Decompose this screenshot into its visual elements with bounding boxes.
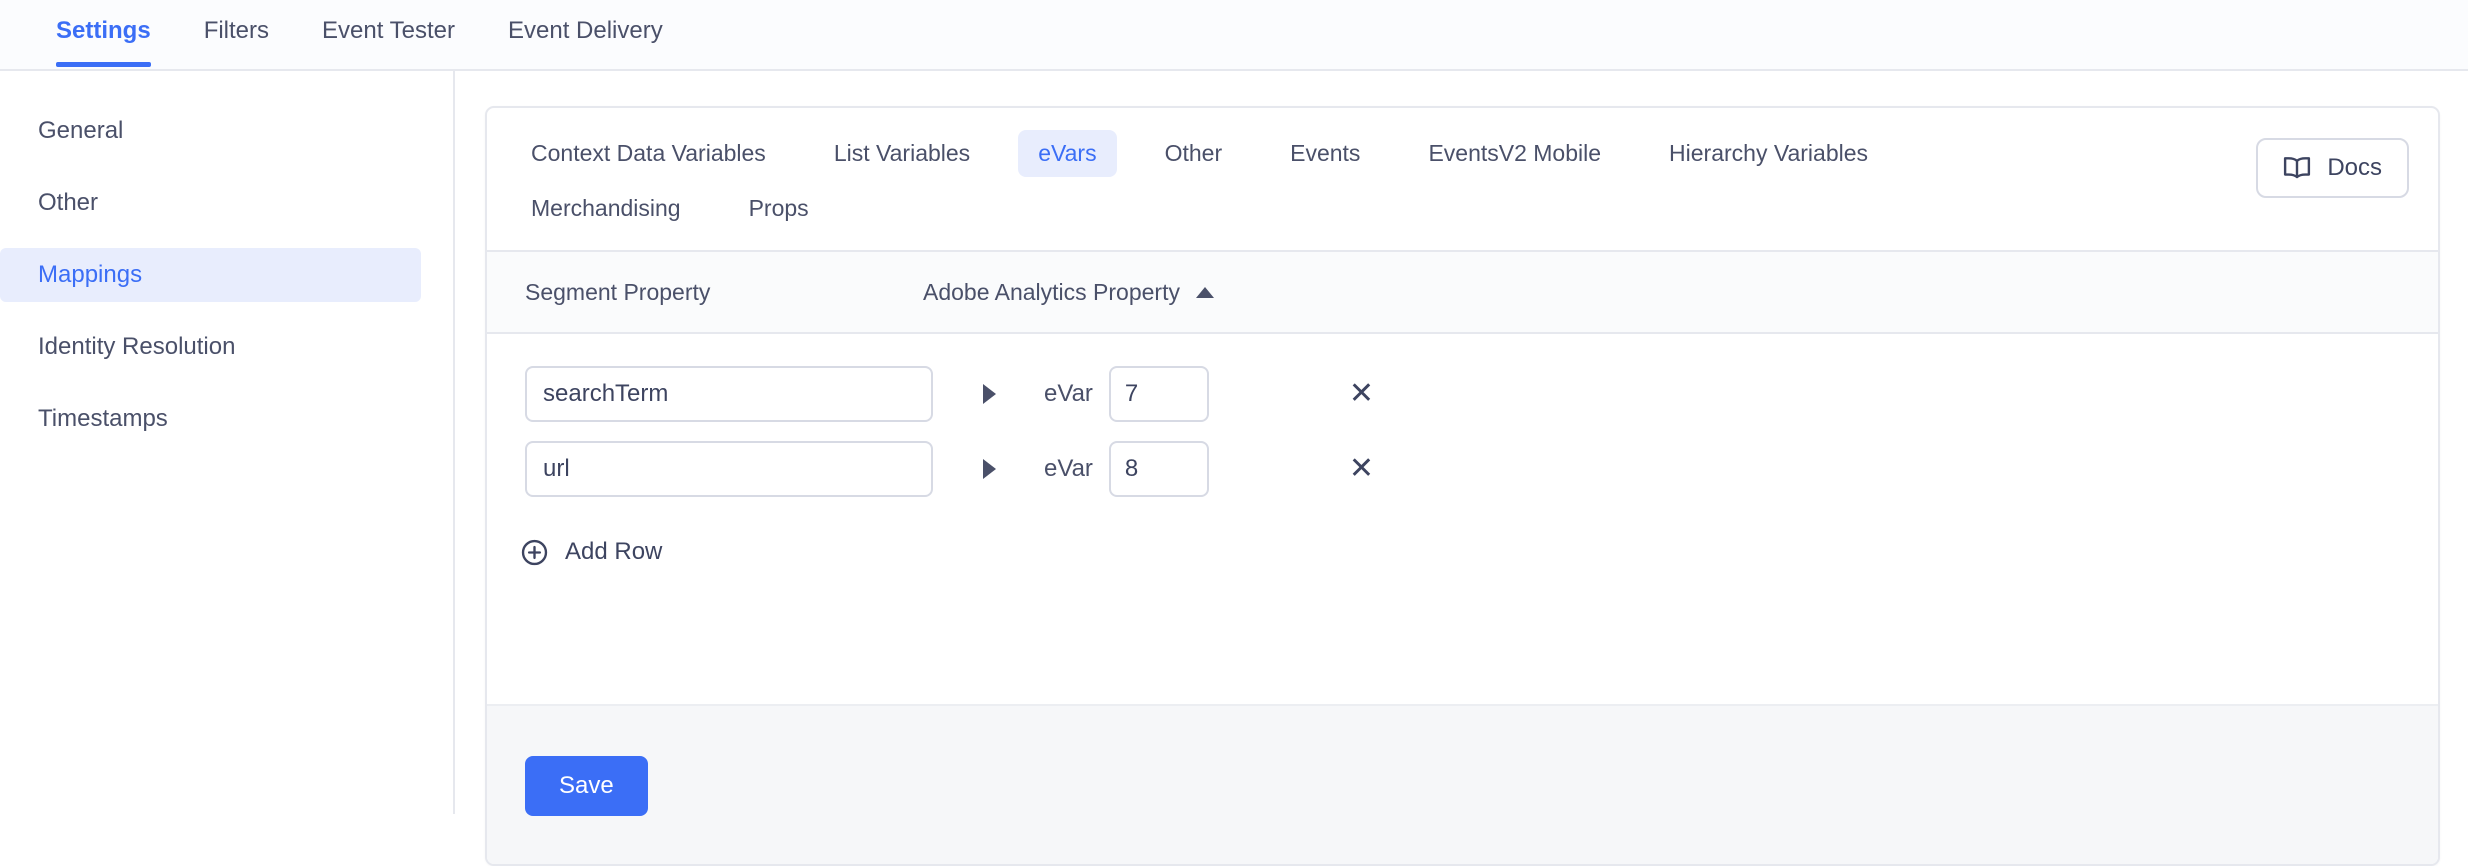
sidebar-item-identity-resolution[interactable]: Identity Resolution xyxy=(0,320,421,374)
tab-props[interactable]: Props xyxy=(729,185,829,232)
table-row: eVar ✕ xyxy=(487,431,2438,506)
tab-eventsv2-mobile[interactable]: EventsV2 Mobile xyxy=(1408,130,1621,177)
sidebar-item-mappings[interactable]: Mappings xyxy=(0,248,421,302)
sidebar-item-other[interactable]: Other xyxy=(0,176,421,230)
sidebar-item-mappings-label: Mappings xyxy=(38,261,142,289)
remove-row-button[interactable]: ✕ xyxy=(1341,450,1382,488)
arrow-right-icon xyxy=(983,384,996,404)
add-row-label: Add Row xyxy=(565,538,662,566)
variable-type-label: eVar xyxy=(1044,380,1093,408)
add-row-button[interactable]: Add Row xyxy=(511,530,672,574)
column-header-adobe-analytics-property-label: Adobe Analytics Property xyxy=(923,279,1180,306)
table-row: eVar ✕ xyxy=(487,356,2438,431)
sidebar-item-other-label: Other xyxy=(38,189,98,217)
sidebar-item-timestamps-label: Timestamps xyxy=(38,405,168,433)
main-content: Context Data Variables List Variables eV… xyxy=(457,71,2468,814)
tab-context-data-variables-label: Context Data Variables xyxy=(531,140,766,166)
plus-circle-icon xyxy=(521,539,548,566)
variable-index-input[interactable] xyxy=(1109,441,1209,497)
tab-event-delivery[interactable]: Event Delivery xyxy=(508,0,663,65)
sidebar-item-identity-resolution-label: Identity Resolution xyxy=(38,333,235,361)
docs-button-label: Docs xyxy=(2327,154,2382,182)
settings-sidebar: General Other Mappings Identity Resoluti… xyxy=(0,71,455,814)
tab-events[interactable]: Events xyxy=(1270,130,1380,177)
docs-button[interactable]: Docs xyxy=(2256,138,2409,198)
tab-merchandising[interactable]: Merchandising xyxy=(511,185,701,232)
mapping-tab-row-2: Merchandising Props xyxy=(511,185,2151,240)
tab-merchandising-label: Merchandising xyxy=(531,195,681,221)
tab-event-delivery-label: Event Delivery xyxy=(508,17,663,44)
book-icon xyxy=(2283,156,2311,180)
sort-ascending-icon xyxy=(1196,287,1214,298)
tab-evars[interactable]: eVars xyxy=(1018,130,1116,177)
tab-settings[interactable]: Settings xyxy=(56,0,151,65)
card-footer: Save xyxy=(487,704,2438,866)
mapping-variable-tabs: Context Data Variables List Variables eV… xyxy=(487,108,2438,250)
tab-event-tester-label: Event Tester xyxy=(322,17,455,44)
top-tabs: Settings Filters Event Tester Event Deli… xyxy=(0,0,716,65)
arrow-right-icon xyxy=(983,459,996,479)
tab-filters-label: Filters xyxy=(204,17,269,44)
tab-event-tester[interactable]: Event Tester xyxy=(322,0,455,65)
tab-list-variables-label: List Variables xyxy=(834,140,970,166)
tab-hierarchy-variables-label: Hierarchy Variables xyxy=(1669,140,1868,166)
mapping-tab-rows: Context Data Variables List Variables eV… xyxy=(511,130,2151,240)
variable-index-input[interactable] xyxy=(1109,366,1209,422)
sidebar-item-general[interactable]: General xyxy=(0,104,421,158)
column-header-adobe-analytics-property[interactable]: Adobe Analytics Property xyxy=(923,279,1214,306)
close-icon: ✕ xyxy=(1349,452,1374,485)
variable-type-label: eVar xyxy=(1044,455,1093,483)
mappings-rows: eVar ✕ eVar ✕ xyxy=(487,334,2438,574)
sidebar-item-general-label: General xyxy=(38,117,123,145)
sidebar-item-timestamps[interactable]: Timestamps xyxy=(0,392,421,446)
close-icon: ✕ xyxy=(1349,377,1374,410)
mappings-card: Context Data Variables List Variables eV… xyxy=(485,106,2440,866)
tab-evars-label: eVars xyxy=(1038,140,1096,166)
tab-other[interactable]: Other xyxy=(1145,130,1243,177)
top-navigation-bar: Settings Filters Event Tester Event Deli… xyxy=(0,0,2468,71)
save-button[interactable]: Save xyxy=(525,756,648,816)
tab-other-label: Other xyxy=(1165,140,1223,166)
tab-settings-label: Settings xyxy=(56,17,151,44)
tab-eventsv2-mobile-label: EventsV2 Mobile xyxy=(1428,140,1601,166)
tab-hierarchy-variables[interactable]: Hierarchy Variables xyxy=(1649,130,1888,177)
mappings-table-header: Segment Property Adobe Analytics Propert… xyxy=(487,250,2438,334)
segment-property-input[interactable] xyxy=(525,366,933,422)
tab-filters[interactable]: Filters xyxy=(204,0,269,65)
remove-row-button[interactable]: ✕ xyxy=(1341,375,1382,413)
tab-events-label: Events xyxy=(1290,140,1360,166)
tab-context-data-variables[interactable]: Context Data Variables xyxy=(511,130,786,177)
tab-list-variables[interactable]: List Variables xyxy=(814,130,990,177)
column-header-segment-property: Segment Property xyxy=(525,279,923,306)
mapping-tab-row-1: Context Data Variables List Variables eV… xyxy=(511,130,2151,185)
segment-property-input[interactable] xyxy=(525,441,933,497)
tab-props-label: Props xyxy=(749,195,809,221)
